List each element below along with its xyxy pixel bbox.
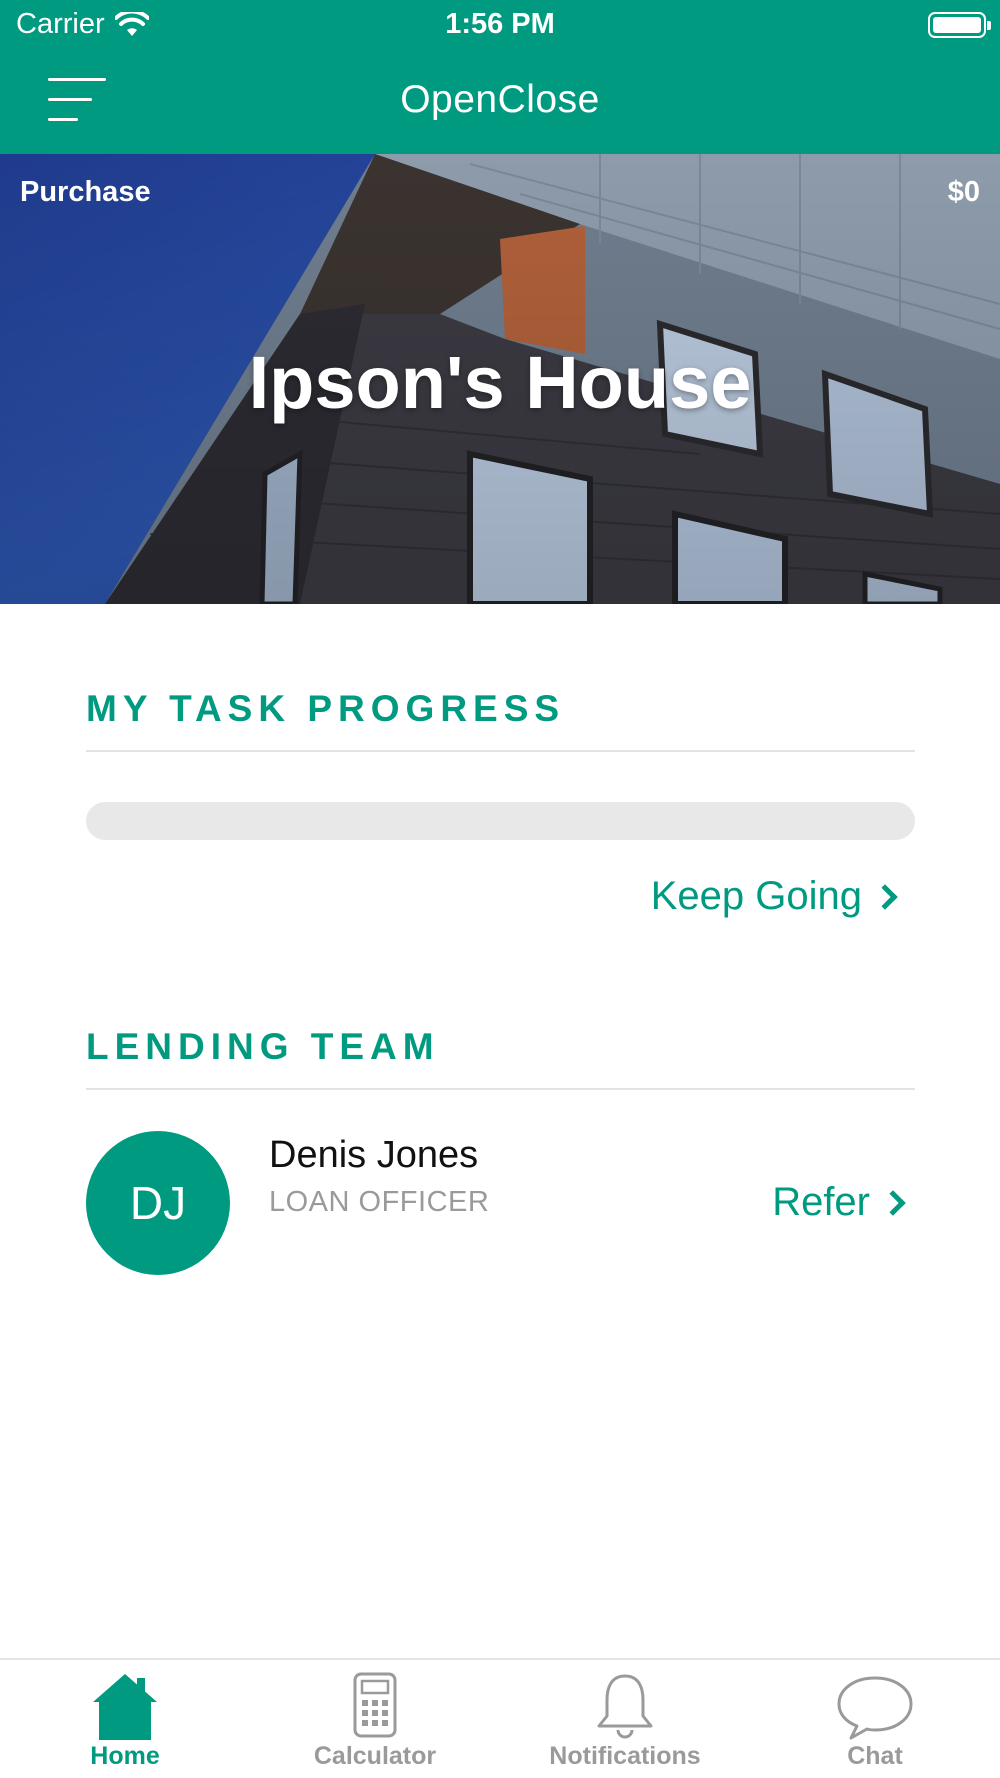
home-icon: [93, 1674, 157, 1740]
loan-amount: $0: [947, 176, 980, 208]
chevron-right-icon: [872, 883, 898, 910]
calculator-icon: [353, 1672, 397, 1738]
keep-going-label: Keep Going: [650, 874, 862, 918]
battery-icon: [928, 12, 991, 38]
keep-going-link[interactable]: Keep Going: [651, 874, 902, 919]
refer-label: Refer: [772, 1180, 870, 1224]
hero-banner: Purchase $0 Ipson's House: [0, 154, 1000, 604]
loan-type-label: Purchase: [20, 176, 151, 208]
task-progress-bar: [86, 802, 915, 840]
tab-calculator[interactable]: Calculator: [250, 1660, 500, 1778]
avatar: DJ: [86, 1131, 230, 1275]
status-time: 1:56 PM: [445, 8, 555, 40]
tab-chat[interactable]: Chat: [750, 1660, 1000, 1778]
property-title: Ipson's House: [248, 341, 752, 424]
member-role: LOAN OFFICER: [269, 1186, 490, 1218]
task-progress-heading: MY TASK PROGRESS: [86, 688, 566, 729]
tab-label: Notifications: [549, 1742, 701, 1770]
divider: [86, 750, 915, 752]
tab-label: Chat: [847, 1742, 903, 1770]
tab-notifications[interactable]: Notifications: [500, 1660, 750, 1778]
tab-bar: Home Calculator Notifications Chat: [0, 1658, 1000, 1778]
member-name: Denis Jones: [269, 1134, 479, 1176]
top-app-bar: Carrier 1:56 PM OpenClose: [0, 0, 1000, 154]
tab-home[interactable]: Home: [0, 1660, 250, 1778]
refer-link[interactable]: Refer: [772, 1180, 910, 1225]
lending-team-heading: LENDING TEAM: [86, 1026, 440, 1067]
tab-label: Calculator: [313, 1742, 437, 1770]
app-title: OpenClose: [400, 78, 600, 121]
bell-icon: [597, 1674, 653, 1739]
chat-bubble-icon: [837, 1676, 913, 1740]
tab-label: Home: [90, 1742, 160, 1770]
divider: [86, 1088, 915, 1090]
chevron-right-icon: [880, 1189, 906, 1216]
